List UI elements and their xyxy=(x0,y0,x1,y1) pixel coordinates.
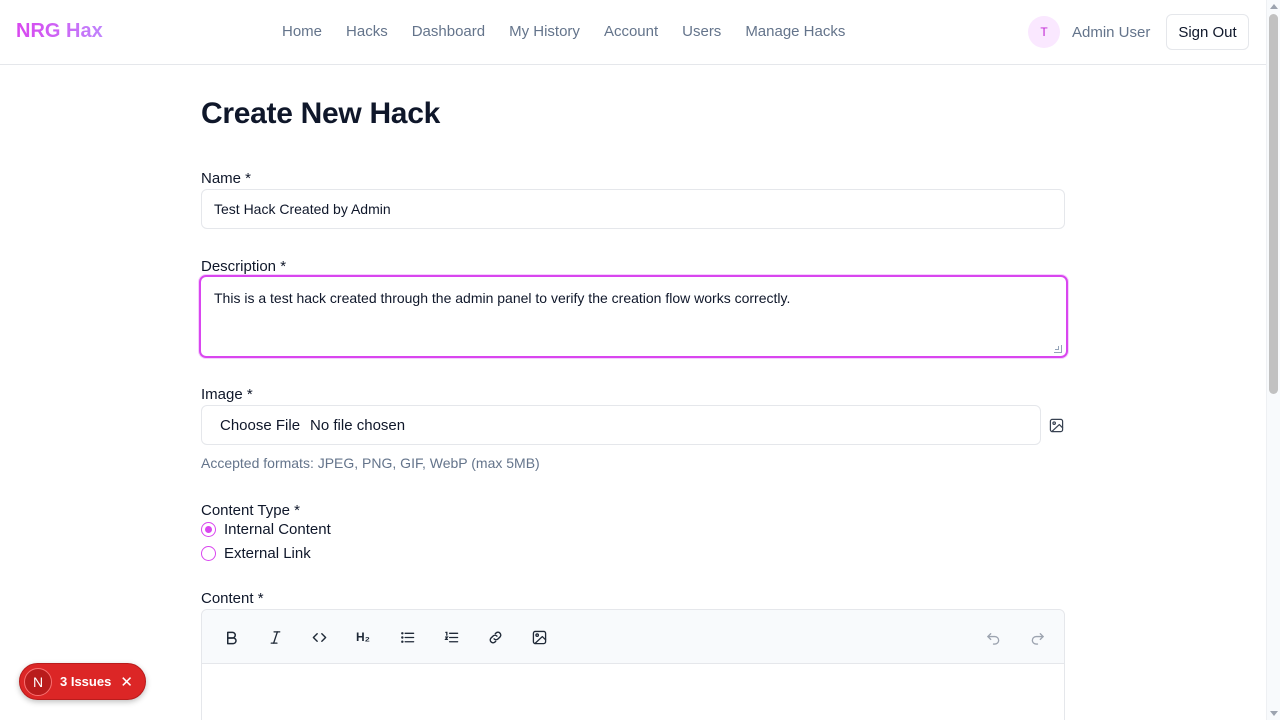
description-label: Description * xyxy=(201,258,287,275)
image-label: Image * xyxy=(201,386,253,403)
close-icon[interactable]: ✕ xyxy=(120,673,133,691)
description-textarea[interactable]: This is a test hack created through the … xyxy=(199,275,1068,358)
undo-icon[interactable] xyxy=(981,625,1005,649)
radio-label: External Link xyxy=(224,545,311,562)
content-label: Content * xyxy=(201,590,264,607)
editor-content-area[interactable] xyxy=(202,664,1064,720)
issues-badge[interactable]: N 3 Issues ✕ xyxy=(19,663,146,700)
brand-logo[interactable]: NRG Hax xyxy=(16,20,103,43)
name-label: Name * xyxy=(201,170,252,187)
image-file-input[interactable]: Choose File No file chosen xyxy=(201,405,1041,445)
main-nav: Home Hacks Dashboard My History Account … xyxy=(282,23,845,40)
redo-icon[interactable] xyxy=(1025,625,1049,649)
user-menu: T Admin User xyxy=(1028,16,1150,48)
choose-file-button[interactable]: Choose File xyxy=(220,417,300,434)
scrollbar-thumb[interactable] xyxy=(1269,14,1278,394)
page-scrollbar[interactable] xyxy=(1266,0,1280,720)
radio-unchecked-icon[interactable] xyxy=(201,546,216,561)
nav-home[interactable]: Home xyxy=(282,23,322,40)
user-name: Admin User xyxy=(1072,23,1151,41)
italic-icon[interactable] xyxy=(263,625,287,649)
editor-toolbar: H₂ xyxy=(202,610,1064,664)
resize-handle-icon[interactable] xyxy=(1054,345,1062,353)
nav-hacks[interactable]: Hacks xyxy=(346,23,388,40)
nextjs-logo-icon: N xyxy=(24,667,52,696)
file-status-text: No file chosen xyxy=(310,416,406,434)
rich-text-editor: H₂ xyxy=(201,609,1065,720)
nav-manage-hacks[interactable]: Manage Hacks xyxy=(745,23,845,40)
link-icon[interactable] xyxy=(483,625,507,649)
bullet-list-icon[interactable] xyxy=(395,625,419,649)
image-format-hint: Accepted formats: JPEG, PNG, GIF, WebP (… xyxy=(201,455,540,471)
radio-label: Internal Content xyxy=(224,521,331,538)
nav-my-history[interactable]: My History xyxy=(509,23,580,40)
image-icon xyxy=(1049,418,1064,433)
insert-image-icon[interactable] xyxy=(527,625,551,649)
radio-checked-icon[interactable] xyxy=(201,522,216,537)
nav-account[interactable]: Account xyxy=(604,23,658,40)
nav-dashboard[interactable]: Dashboard xyxy=(412,23,485,40)
bold-icon[interactable] xyxy=(219,625,243,649)
description-text: This is a test hack created through the … xyxy=(214,290,791,306)
radio-external-link[interactable]: External Link xyxy=(201,545,311,562)
scroll-up-arrow-icon[interactable] xyxy=(1270,4,1278,9)
content-type-label: Content Type * xyxy=(201,502,300,519)
nav-users[interactable]: Users xyxy=(682,23,721,40)
issues-count[interactable]: 3 Issues xyxy=(60,674,111,689)
scroll-down-arrow-icon[interactable] xyxy=(1270,711,1278,716)
heading-icon[interactable]: H₂ xyxy=(351,625,375,649)
avatar[interactable]: T xyxy=(1028,16,1060,48)
sign-out-button[interactable]: Sign Out xyxy=(1166,14,1249,50)
top-navigation-bar: NRG Hax Home Hacks Dashboard My History … xyxy=(0,0,1266,65)
code-icon[interactable] xyxy=(307,625,331,649)
radio-internal-content[interactable]: Internal Content xyxy=(201,521,331,538)
page-title: Create New Hack xyxy=(201,97,440,130)
ordered-list-icon[interactable] xyxy=(439,625,463,649)
name-input[interactable]: Test Hack Created by Admin xyxy=(201,189,1065,229)
